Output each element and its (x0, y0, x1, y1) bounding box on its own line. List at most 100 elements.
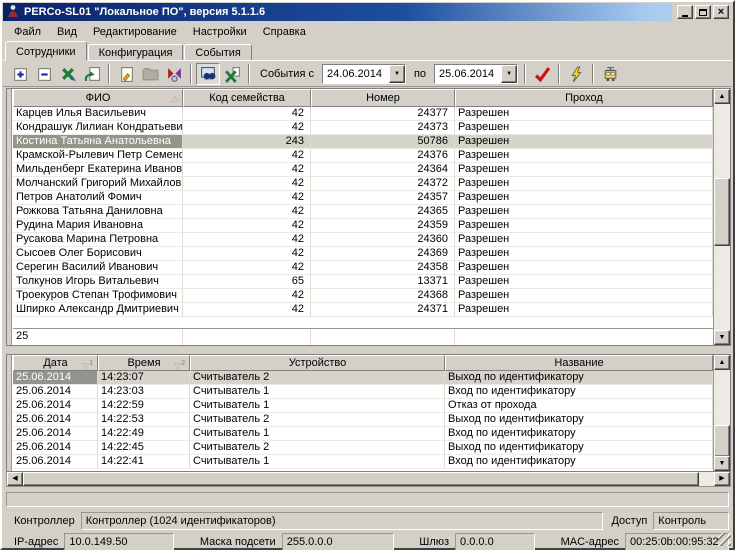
resize-grip[interactable] (718, 533, 731, 546)
menu-help[interactable]: Справка (255, 24, 314, 41)
column-header-number[interactable]: Номер (311, 89, 455, 107)
add-record-button[interactable] (8, 63, 32, 85)
tab-events[interactable]: События (184, 44, 251, 61)
table-row[interactable]: 25.06.201414:22:45Считыватель 2Выход по … (13, 441, 713, 455)
remove-record-button[interactable] (32, 63, 56, 85)
employees-header-row: ФИО △ Код семейства Номер Проход (13, 89, 713, 107)
column-header-date[interactable]: Дата ▽1 (13, 355, 98, 371)
revert-document-button[interactable] (80, 63, 104, 85)
red-check-icon (534, 66, 551, 83)
date-from-dropdown-button[interactable]: ▼ (389, 65, 405, 83)
scrollbar-thumb[interactable] (23, 472, 699, 486)
table-cell: 42 (183, 289, 311, 303)
total-count: 25 (13, 329, 183, 345)
table-row[interactable]: 25.06.201414:22:59Считыватель 1Отказ от … (13, 399, 713, 413)
read-events-button[interactable] (564, 63, 588, 85)
table-row[interactable]: Сысоев Олег Борисович4224369Разрешен (13, 247, 713, 261)
table-cell: 24376 (311, 149, 455, 163)
import-document-button[interactable] (114, 63, 138, 85)
monitoring-button[interactable] (598, 63, 622, 85)
controller-label: Контроллер (6, 515, 81, 527)
scroll-right-button[interactable]: ▶ (714, 472, 730, 486)
table-cell: 24369 (311, 247, 455, 261)
table-row[interactable]: 25.06.201414:23:07Считыватель 2Выход по … (13, 371, 713, 385)
date-from-picker[interactable]: 24.06.2014 ▼ (322, 64, 406, 84)
table-cell: Разрешен (455, 247, 713, 261)
table-cell: 25.06.2014 (13, 385, 98, 399)
sort-priority: 1 (89, 360, 93, 367)
excel-export-button[interactable] (220, 63, 244, 85)
column-header-label: Устройство (289, 357, 347, 369)
table-row[interactable]: Шпирко Александр Дмитриевич4224371Разреш… (13, 303, 713, 317)
view-events-button[interactable] (196, 63, 220, 85)
arrow-up-icon: ▲ (719, 359, 726, 366)
table-row[interactable]: 25.06.201414:22:53Считыватель 2Выход по … (13, 413, 713, 427)
date-to-value[interactable]: 25.06.2014 (435, 65, 501, 83)
table-row[interactable]: 25.06.201414:22:49Считыватель 1Вход по и… (13, 427, 713, 441)
table-row[interactable]: Русакова Марина Петровна4224360Разрешен (13, 233, 713, 247)
tab-separator (3, 60, 732, 62)
table-row[interactable]: Толкунов Игорь Витальевич6513371Разрешен (13, 275, 713, 289)
table-row[interactable]: Серегин Василий Иванович4224358Разрешен (13, 261, 713, 275)
tab-configuration[interactable]: Конфигурация (88, 44, 184, 61)
column-header-access[interactable]: Проход (455, 89, 713, 107)
menu-view[interactable]: Вид (49, 24, 85, 41)
arrow-down-icon: ▼ (719, 334, 726, 341)
scroll-up-button[interactable]: ▲ (714, 89, 730, 104)
delete-employee-button[interactable] (56, 63, 80, 85)
events-horizontal-scrollbar[interactable]: ◀ ▶ (6, 472, 731, 487)
column-header-fio[interactable]: ФИО △ (13, 89, 183, 107)
close-button[interactable]: × (713, 5, 729, 19)
table-row[interactable]: 25.06.201414:22:41Считыватель 1Вход по и… (13, 455, 713, 469)
table-row[interactable]: Карцев Илья Васильевич4224377Разрешен (13, 107, 713, 121)
table-row[interactable]: Мильденберг Екатерина Ивановна4224364Раз… (13, 163, 713, 177)
menu-edit[interactable]: Редактирование (85, 24, 185, 41)
table-cell: 14:23:07 (98, 371, 190, 385)
table-cell: Считыватель 1 (190, 455, 445, 469)
apply-filter-button[interactable] (530, 63, 554, 85)
table-row[interactable]: Петров Анатолий Фомич4224357Разрешен (13, 191, 713, 205)
access-label: Доступ (603, 515, 653, 527)
arrow-up-icon: ▲ (719, 93, 726, 100)
minimize-button[interactable] (677, 5, 693, 19)
events-vertical-scrollbar[interactable]: ▲ ▼ (713, 355, 730, 471)
mac-label: MAC-адрес (553, 536, 625, 548)
date-from-value[interactable]: 24.06.2014 (323, 65, 389, 83)
date-to-dropdown-button[interactable]: ▼ (501, 65, 517, 83)
column-header-label: Номер (366, 92, 400, 104)
access-rights-icon (166, 66, 183, 83)
scroll-down-button[interactable]: ▼ (714, 330, 730, 345)
table-cell: Рожкова Татьяна Даниловна (13, 205, 183, 219)
table-cell: 25.06.2014 (13, 455, 98, 469)
menu-file[interactable]: Файл (6, 24, 49, 41)
date-to-picker[interactable]: 25.06.2014 ▼ (434, 64, 518, 84)
scroll-left-button[interactable]: ◀ (7, 472, 23, 486)
maximize-button[interactable] (695, 5, 711, 19)
column-header-event-name[interactable]: Название (445, 355, 713, 371)
table-row[interactable]: Крамской-Рылевич Петр Семенович4224376Ра… (13, 149, 713, 163)
tab-employees[interactable]: Сотрудники (5, 41, 87, 61)
access-rights-button[interactable] (162, 63, 186, 85)
table-row[interactable]: Молчанский Григорий Михайлович4224372Раз… (13, 177, 713, 191)
table-cell: Серегин Василий Иванович (13, 261, 183, 275)
table-cell: Разрешен (455, 289, 713, 303)
table-row[interactable]: Костина Татьяна Анатольевна24350786Разре… (13, 135, 713, 149)
menu-bar: Файл Вид Редактирование Настройки Справк… (3, 23, 732, 41)
table-cell: 14:22:53 (98, 413, 190, 427)
scrollbar-thumb[interactable] (714, 425, 730, 457)
table-cell: Рудина Мария Ивановна (13, 219, 183, 233)
column-header-time[interactable]: Время ▽2 (98, 355, 190, 371)
menu-settings[interactable]: Настройки (185, 24, 255, 41)
employees-vertical-scrollbar[interactable]: ▲ ▼ (713, 89, 730, 345)
column-header-label: Дата (43, 357, 67, 369)
table-row[interactable]: Кондрашук Лилиан Кондратьевич4224373Разр… (13, 121, 713, 135)
column-header-device[interactable]: Устройство (190, 355, 445, 371)
table-row[interactable]: 25.06.201414:23:03Считыватель 1Вход по и… (13, 385, 713, 399)
table-row[interactable]: Рожкова Татьяна Даниловна4224365Разрешен (13, 205, 713, 219)
scrollbar-thumb[interactable] (714, 178, 730, 246)
column-header-family-code[interactable]: Код семейства (183, 89, 311, 107)
table-row[interactable]: Рудина Мария Ивановна4224359Разрешен (13, 219, 713, 233)
table-row[interactable]: Троекуров Степан Трофимович4224368Разреш… (13, 289, 713, 303)
scroll-down-button[interactable]: ▼ (714, 456, 730, 471)
scroll-up-button[interactable]: ▲ (714, 355, 730, 370)
